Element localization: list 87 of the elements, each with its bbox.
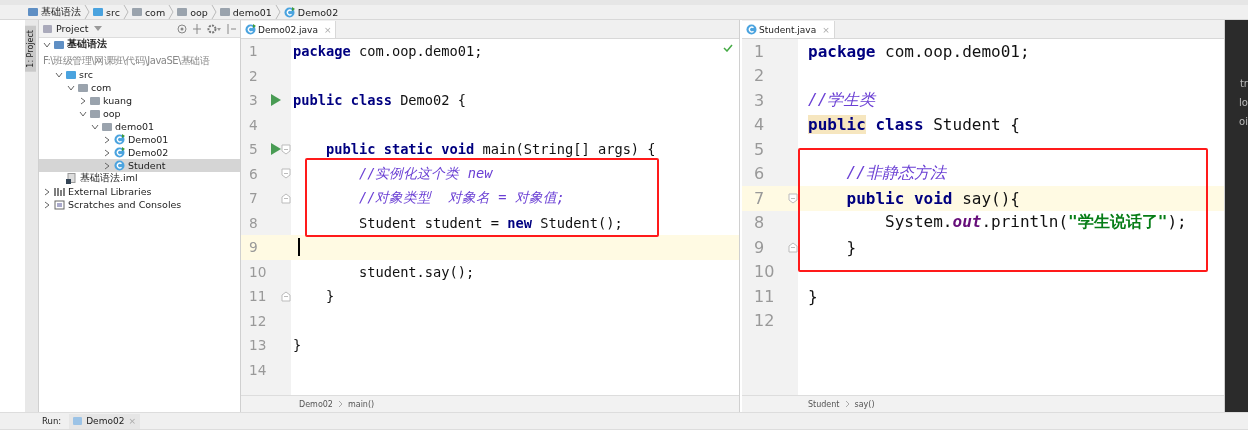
breadcrumb-item[interactable]: Demo02 xyxy=(299,399,333,409)
line-number: 8 xyxy=(753,213,766,233)
code-line: public class Student { xyxy=(807,115,1020,135)
tree-label: External Libraries xyxy=(68,186,152,197)
tree-label: 基础语法 xyxy=(67,38,107,51)
line-number: 13 xyxy=(248,337,268,354)
line-number: 12 xyxy=(248,312,268,329)
cut-off-text: oi xyxy=(1239,116,1248,127)
tree-item[interactable]: Scratches and Consoles xyxy=(39,198,240,211)
code-line: } xyxy=(845,237,857,257)
code-line: } xyxy=(293,337,302,354)
tree-label: oop xyxy=(103,108,121,119)
line-number: 6 xyxy=(753,164,766,184)
line-number: 9 xyxy=(248,239,259,256)
code-line: System.out.println("学生说话了"); xyxy=(884,212,1187,234)
tree-item[interactable]: com xyxy=(39,81,240,94)
tree-label: Demo01 xyxy=(128,134,169,145)
tree-label: Scratches and Consoles xyxy=(68,199,182,210)
line-number: 2 xyxy=(753,66,766,86)
code-line: public class Demo02 { xyxy=(293,92,467,109)
line-number: 1 xyxy=(753,41,766,61)
line-number: 3 xyxy=(248,92,259,109)
run-label: Run: xyxy=(42,416,62,426)
code-line: } xyxy=(807,286,818,306)
line-number: 8 xyxy=(248,214,259,231)
tree-item[interactable]: External Libraries xyxy=(39,185,240,198)
editor-tab[interactable]: Demo02.java × xyxy=(241,21,337,38)
tree-item[interactable]: oop xyxy=(39,107,240,120)
cut-off-text: lo xyxy=(1239,97,1248,108)
tree-label: 基础语法.iml xyxy=(80,172,138,185)
code-line: public static void main(String[] args) { xyxy=(324,141,656,158)
cut-off-text: tr xyxy=(1239,78,1248,89)
tree-item[interactable]: 基础语法.iml xyxy=(39,172,240,185)
line-number: 4 xyxy=(248,116,259,133)
line-number: 3 xyxy=(753,90,766,110)
breadcrumb-item[interactable]: Demo02 xyxy=(283,6,339,18)
code-line: } xyxy=(324,288,335,305)
tree-label: kuang xyxy=(103,95,133,106)
breadcrumb-item[interactable]: com xyxy=(131,6,166,18)
project-tool-tab[interactable]: 1: Project xyxy=(25,26,36,72)
path-text: F:\班级管理\网课班\代码\JavaSE\基础语 xyxy=(43,54,210,68)
breadcrumb-item[interactable]: say() xyxy=(854,399,875,409)
code-line: Student student = new Student(); xyxy=(357,214,623,231)
line-number: 9 xyxy=(753,237,766,257)
breadcrumb-item[interactable]: Student xyxy=(808,399,840,409)
line-number: 7 xyxy=(248,190,259,207)
tree-label: Demo02 xyxy=(128,147,169,158)
line-number: 5 xyxy=(753,139,766,159)
line-number: 6 xyxy=(248,165,259,182)
line-number: 4 xyxy=(753,115,766,135)
code-line: public void say(){ xyxy=(845,188,1020,208)
editor-tab[interactable]: Student.java × xyxy=(742,21,835,38)
tree-item[interactable]: Student xyxy=(39,159,240,172)
line-number: 10 xyxy=(248,263,268,280)
line-number: 11 xyxy=(753,286,776,306)
code-line: package com.oop.demo01; xyxy=(293,43,483,60)
line-number: 5 xyxy=(248,141,259,158)
line-number: 10 xyxy=(753,262,776,282)
tree-label: demo01 xyxy=(115,121,155,132)
code-line: //实例化这个类 new xyxy=(357,164,493,183)
breadcrumb-item[interactable]: main() xyxy=(347,399,375,409)
line-number: 12 xyxy=(753,311,776,331)
tree-item[interactable]: 基础语法 F:\班级管理\网课班\代码\JavaSE\基础语 xyxy=(39,38,240,68)
run-tab[interactable]: Demo02 × xyxy=(69,413,140,429)
code-line: //对象类型 对象名 = 对象值; xyxy=(357,189,565,208)
breadcrumb-item[interactable]: demo01 xyxy=(219,6,272,18)
tree-label: src xyxy=(79,69,93,80)
breadcrumb-item[interactable]: src xyxy=(93,6,120,18)
tree-label: com xyxy=(91,82,112,93)
line-number: 14 xyxy=(248,361,268,378)
tree-label: Student xyxy=(128,160,166,171)
tree-item[interactable]: kuang xyxy=(39,94,240,107)
line-number: 1 xyxy=(248,43,259,60)
tree-item[interactable]: Demo01 xyxy=(39,133,240,146)
tree-item[interactable]: demo01 xyxy=(39,120,240,133)
line-number: 11 xyxy=(248,288,268,305)
line-number: 2 xyxy=(248,67,259,84)
tree-item[interactable]: Demo02 xyxy=(39,146,240,159)
panel-title[interactable]: Project xyxy=(43,23,89,34)
code-line: //非静态方法 xyxy=(845,163,946,185)
line-number: 7 xyxy=(753,188,766,208)
tree-item[interactable]: src xyxy=(39,68,240,81)
breadcrumb-item[interactable]: oop xyxy=(177,6,208,18)
code-line: package com.oop.demo01; xyxy=(807,41,1030,61)
code-line: student.say(); xyxy=(357,263,475,280)
code-line: //学生类 xyxy=(807,89,876,111)
breadcrumb-item[interactable]: 基础语法 xyxy=(28,5,81,19)
